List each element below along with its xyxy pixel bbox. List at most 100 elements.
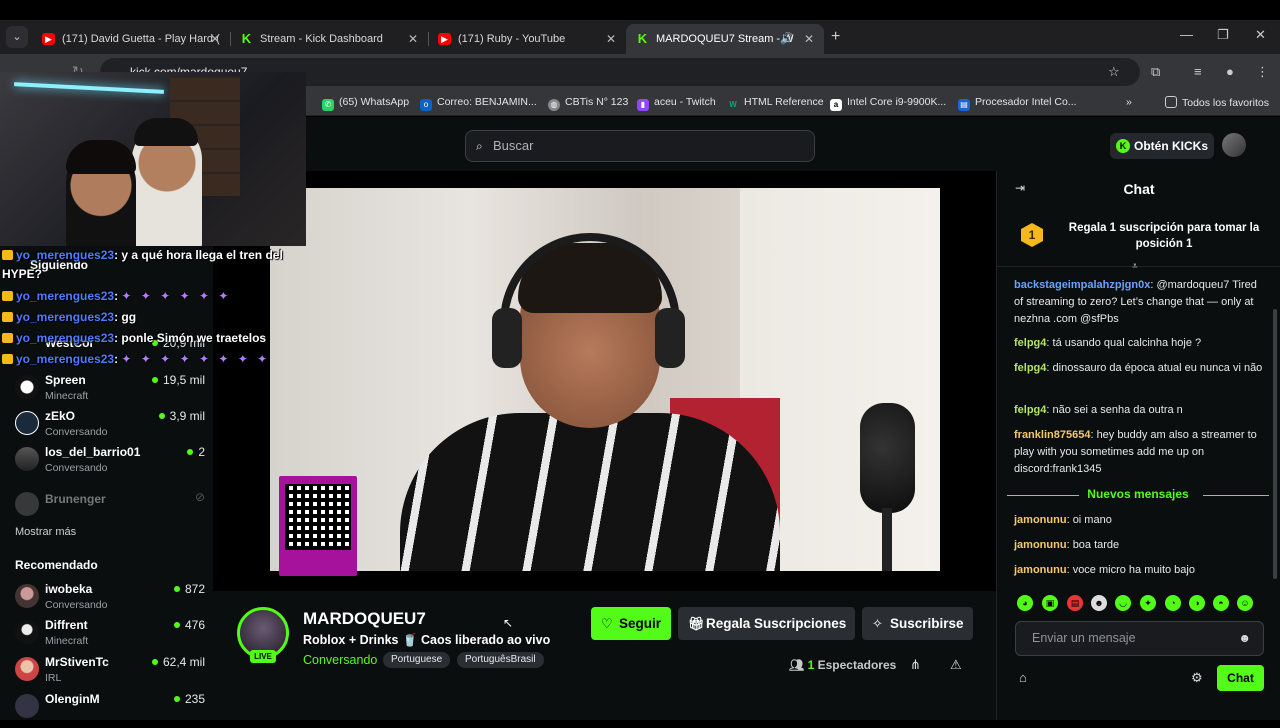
bookmark-html-reference[interactable]: W HTML Reference [727, 96, 823, 111]
chat-message-input[interactable]: Enviar un mensaje ☻ [1015, 621, 1264, 656]
restore-icon[interactable]: ❐ [1217, 27, 1229, 43]
new-messages-divider[interactable]: Nuevos mensajes [1007, 487, 1269, 503]
user-avatar[interactable] [1222, 133, 1246, 157]
offline-icon: ⊘ [194, 490, 205, 504]
bookmark-whatsapp[interactable]: ✆ (65) WhatsApp [322, 96, 409, 111]
send-chat-button[interactable]: Chat [1217, 665, 1264, 691]
bookmark-all-favorites[interactable]: Todos los favoritos [1165, 96, 1269, 109]
more-bookmarks-chevron-icon[interactable]: » [1126, 96, 1132, 108]
sidebar-item-diffrent[interactable]: Diffrent Minecraft 476 [15, 618, 205, 654]
emote-icon[interactable]: ▣ [1042, 595, 1058, 611]
webcam-hair-right [134, 118, 198, 146]
avatar [15, 411, 39, 435]
expand-chevron-icon[interactable]: ⩡ [1132, 261, 1138, 272]
media-controls-icon[interactable]: ≡ [1194, 64, 1202, 79]
chat-message: backstageimpalahzpjgn0x: @mardoqueu7 Tir… [1014, 279, 1257, 325]
sidebar-item-los-del-barrio01[interactable]: los_del_barrio01 Conversando 2 [15, 445, 205, 481]
tab-kick-dashboard[interactable]: K Stream - Kick Dashboard ✕ [230, 24, 428, 54]
tab-ruby-youtube[interactable]: ▶ (171) Ruby - YouTube ✕ [428, 24, 626, 54]
avatar [15, 492, 39, 516]
chat-message: jamonunu: boa tarde [1014, 539, 1120, 551]
extensions-icon[interactable]: ⧉ [1151, 64, 1160, 80]
streamer-shirt [400, 413, 780, 571]
emote-icon[interactable]: ◓ [1213, 595, 1229, 611]
emote-icon[interactable]: ◡ [1115, 595, 1131, 611]
close-icon[interactable]: ✕ [606, 24, 616, 54]
sidebar-item-mrstiventc[interactable]: MrStivenTc IRL 62,4 mil [15, 655, 205, 691]
live-dot [151, 377, 158, 383]
webcam-hair-left [66, 140, 136, 174]
stream-info-bar: LIVE MARDOQUEU7 Roblox + Drinks 🥤 Caos l… [213, 591, 996, 720]
get-kicks-button[interactable]: K Obtén KICKs [1110, 133, 1214, 159]
subscribe-button[interactable]: ✧ Suscribirse [862, 607, 973, 640]
gift-subs-button[interactable]: 🎁︎ Regala Suscripciones [678, 607, 855, 640]
avatar [15, 375, 39, 399]
bookmark-cbtis[interactable]: ◍ CBTis N° 123 [548, 96, 628, 111]
chat-message: felpg4: dinossauro da época atual eu nun… [1014, 362, 1263, 374]
amazon-icon: a [830, 99, 842, 111]
live-dot [173, 586, 180, 592]
channel-name[interactable]: MARDOQUEU7 [303, 609, 426, 629]
sidebar-item-brunenger[interactable]: Brunenger ⊘ [15, 490, 205, 526]
kick-icon: K [241, 31, 252, 46]
search-input[interactable]: ⌕ Buscar [465, 130, 815, 162]
follow-button[interactable]: ♡ Seguir [591, 607, 671, 640]
badge-icon [2, 354, 13, 364]
qr-code [285, 484, 351, 550]
close-icon[interactable]: ✕ [804, 24, 814, 54]
tab-david-guetta[interactable]: ▶ (171) David Guetta - Play Hard ( ✕ [32, 24, 230, 54]
whatsapp-icon: ✆ [322, 99, 334, 111]
bookmark-star-icon[interactable]: ☆ [1108, 64, 1120, 80]
close-icon[interactable]: ✕ [408, 24, 418, 54]
tag-portugues-brasil[interactable]: PortuguêsBrasil [457, 652, 544, 668]
bookmark-outlook[interactable]: o Correo: BENJAMIN... [420, 96, 537, 111]
emote-icon[interactable]: ▤ [1067, 595, 1083, 611]
tab-mardoqueu7-stream[interactable]: K MARDOQUEU7 Stream - W 🔊 ✕ [626, 24, 824, 54]
close-icon[interactable]: ✕ [210, 24, 220, 54]
bookmark-amazon[interactable]: a Intel Core i9-9900K... [830, 96, 946, 111]
emote-icon[interactable]: ◔ [1165, 595, 1181, 611]
chat-scrollbar[interactable] [1273, 309, 1277, 579]
avatar [15, 694, 39, 718]
emote-icon[interactable]: ◑ [1189, 595, 1205, 611]
avatar [15, 657, 39, 681]
badge-icon [2, 333, 13, 343]
chat-message: jamonunu: oi mano [1014, 514, 1112, 526]
badge-icon [2, 291, 13, 301]
new-tab-plus-icon[interactable]: + [831, 28, 840, 46]
bookmark-twitch[interactable]: ▮ aceu - Twitch [637, 96, 716, 111]
minimize-icon[interactable]: — [1180, 27, 1193, 42]
profile-icon[interactable]: ● [1226, 64, 1234, 79]
sidebar-item-zeko[interactable]: zEkO Conversando 3,9 mil [15, 409, 205, 445]
avatar [15, 620, 39, 644]
emote-icon[interactable]: ◕ [1017, 595, 1033, 611]
headset-band [500, 233, 680, 353]
emote-icon[interactable]: ☻ [1091, 595, 1107, 611]
bookmark-intel[interactable]: ▤ Procesador Intel Co... [958, 96, 1077, 111]
stream-video-frame[interactable] [270, 188, 940, 571]
emote-icon[interactable]: ☺ [1237, 595, 1253, 611]
pinned-gift-banner[interactable]: 1 Regala 1 suscripción para tomar la pos… [997, 207, 1280, 267]
sidebar-item-olenginm[interactable]: OlenginM 235 [15, 692, 205, 728]
outlook-icon: o [420, 99, 432, 111]
tab-title: MARDOQUEU7 Stream - W [656, 33, 794, 45]
emote-icon[interactable]: ✦ [1140, 595, 1156, 611]
report-warning-icon[interactable]: ⚠ [950, 657, 962, 673]
browser-tab-strip: ⌄ ▶ (171) David Guetta - Play Hard ( ✕ K… [0, 20, 1280, 54]
emoji-picker-icon[interactable]: ☻ [1238, 622, 1251, 655]
sidebar-item-iwobeka[interactable]: iwobeka Conversando 872 [15, 582, 205, 618]
chat-message: felpg4: não sei a senha da outra n [1014, 404, 1183, 416]
window-close-icon[interactable]: ✕ [1255, 27, 1266, 43]
tag-portuguese[interactable]: Portuguese [383, 652, 451, 668]
menu-dots-icon[interactable]: ⋮ [1256, 64, 1269, 80]
tab-search-button[interactable]: ⌄ [6, 26, 28, 48]
share-icon[interactable]: ⋔ [910, 657, 921, 673]
gear-icon[interactable]: ⚙ [1191, 670, 1203, 686]
live-dot [158, 413, 165, 419]
show-more-link[interactable]: Mostrar más [15, 526, 76, 538]
store-icon[interactable]: ⌂ [1019, 670, 1027, 685]
stream-category-link[interactable]: Conversando [303, 653, 377, 667]
speaker-icon[interactable]: 🔊 [780, 24, 794, 54]
heart-icon: ♡ [601, 616, 613, 631]
sidebar-item-spreen[interactable]: Spreen Minecraft 19,5 mil [15, 373, 205, 409]
